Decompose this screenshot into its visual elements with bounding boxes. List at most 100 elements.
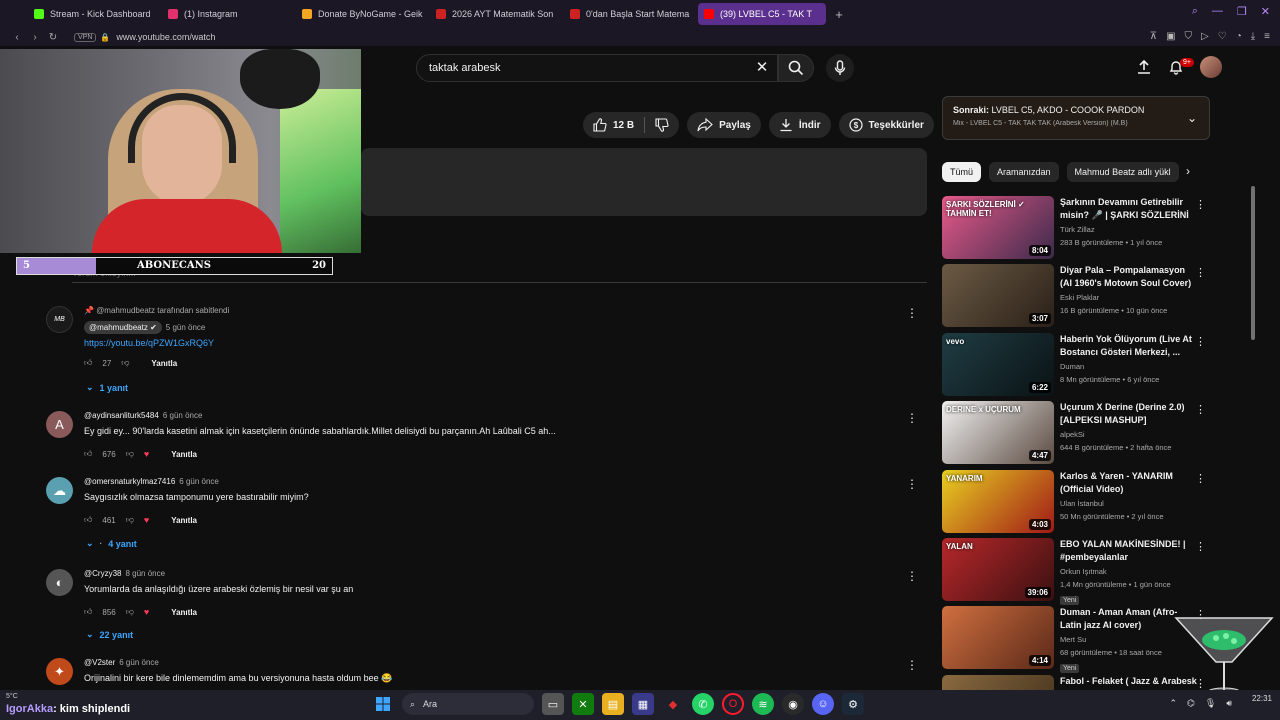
close-window-icon[interactable]: ✕ bbox=[1261, 5, 1270, 18]
comment-avatar[interactable]: ✦ bbox=[46, 658, 73, 685]
comment-author[interactable]: @Cryzy38 bbox=[84, 569, 121, 578]
clock[interactable]: 22:31 bbox=[1252, 694, 1272, 704]
video-more-icon[interactable]: ⋮ bbox=[1195, 403, 1206, 416]
clear-search-icon[interactable]: ✕ bbox=[752, 58, 772, 78]
pin-icon[interactable]: ⊼ bbox=[1150, 31, 1157, 42]
share-button[interactable]: Paylaş bbox=[687, 112, 761, 138]
spotify-icon[interactable]: ≋ bbox=[752, 693, 774, 715]
taskbar-search[interactable]: ⌕ Ara bbox=[402, 693, 534, 715]
snapshot-icon[interactable]: ▣ bbox=[1166, 31, 1175, 42]
url-field[interactable]: www.youtube.com/watch bbox=[116, 32, 215, 42]
comment-avatar[interactable]: ☁ bbox=[46, 477, 73, 504]
related-video[interactable]: ŞARKI SÖZLERİNİ ✓ TAHMİN ET! 8:04 Şarkının… bbox=[942, 196, 1212, 260]
account-avatar[interactable] bbox=[1200, 56, 1222, 78]
chevron-right-icon[interactable]: › bbox=[1186, 164, 1190, 178]
download-icon[interactable]: ⤓ bbox=[1251, 31, 1255, 42]
upload-icon[interactable] bbox=[1136, 59, 1152, 75]
video-thumbnail[interactable]: DERINE x UÇURUM 4:47 bbox=[942, 401, 1054, 465]
browser-tab[interactable]: 2026 AYT Matematik Son bbox=[430, 3, 558, 25]
related-video[interactable]: DERINE x UÇURUM 4:47 Uçurum X Derine (Deri… bbox=[942, 401, 1212, 465]
reload-icon[interactable]: ↻ bbox=[44, 32, 62, 43]
comment-like-button[interactable]: 👍︎ bbox=[84, 607, 92, 617]
video-title[interactable]: EBO YALAN MAKİNESİNDE! | #pembeyalanlar bbox=[1060, 538, 1198, 564]
reply-button[interactable]: Yanıtla bbox=[171, 608, 197, 617]
video-channel[interactable]: Ulan İstanbul bbox=[1060, 499, 1198, 508]
thanks-button[interactable]: $ Teşekkürler bbox=[838, 112, 934, 138]
restore-icon[interactable]: ❐ bbox=[1237, 5, 1247, 18]
profile-icon[interactable]: ◔ bbox=[1236, 31, 1242, 42]
opera-gx-icon[interactable]: O bbox=[722, 693, 744, 715]
comment-more-icon[interactable]: ⋮ bbox=[906, 477, 918, 491]
video-thumbnail[interactable]: vevo 6:22 bbox=[942, 332, 1054, 396]
discord-icon[interactable]: ☺ bbox=[812, 693, 834, 715]
up-next-box[interactable]: Sonraki: LVBEL C5, AKDO - COOOK PARDON M… bbox=[942, 96, 1210, 140]
steam-icon[interactable]: ⚙ bbox=[842, 693, 864, 715]
comment-avatar[interactable]: ◐ bbox=[46, 569, 73, 596]
comment-link[interactable]: https://youtu.be/qPZW1GxRQ6Y bbox=[84, 338, 904, 348]
menu-icon[interactable]: ≡ bbox=[1264, 31, 1270, 42]
related-video[interactable]: YALAN 39:06 EBO YALAN MAKİNESİNDE! | #pemb… bbox=[942, 538, 1212, 605]
network-icon[interactable]: ⌬ bbox=[1187, 698, 1195, 709]
app-red-icon[interactable]: ◆ bbox=[662, 693, 684, 715]
comment-dislike-button[interactable]: 👎︎ bbox=[121, 358, 129, 368]
dislike-button[interactable] bbox=[645, 112, 679, 138]
browser-tab[interactable]: (1) Instagram bbox=[162, 3, 290, 25]
comment-time[interactable]: 6 gün önce bbox=[119, 658, 159, 667]
related-video[interactable]: vevo 6:22 Haberin Yok Ölüyorum (Live At Bo… bbox=[942, 332, 1212, 397]
comment-like-button[interactable]: 👍︎ bbox=[84, 358, 92, 368]
comment-more-icon[interactable]: ⋮ bbox=[906, 411, 918, 425]
windows-start-icon[interactable] bbox=[372, 693, 394, 715]
file-explorer-icon[interactable]: ▤ bbox=[602, 693, 624, 715]
comment-more-icon[interactable]: ⋮ bbox=[906, 658, 918, 672]
video-title[interactable]: Karlos & Yaren - YANARIM (Official Video… bbox=[1060, 470, 1198, 496]
comment-dislike-button[interactable]: 👎︎ bbox=[126, 607, 134, 617]
video-thumbnail[interactable]: 4:14 bbox=[942, 606, 1054, 670]
comment-avatar[interactable]: A bbox=[46, 411, 73, 438]
comment-author[interactable]: @mahmudbeatz ✔ bbox=[84, 321, 162, 334]
video-more-icon[interactable]: ⋮ bbox=[1195, 266, 1206, 279]
voice-search-button[interactable] bbox=[826, 54, 854, 82]
obs-icon[interactable]: ◉ bbox=[782, 693, 804, 715]
comment-like-button[interactable]: 👍︎ bbox=[84, 449, 92, 459]
whatsapp-icon[interactable]: ✆ bbox=[692, 693, 714, 715]
video-channel[interactable]: Eski Plaklar bbox=[1060, 293, 1198, 302]
mic-tray-icon[interactable]: 🎙︎ bbox=[1205, 698, 1216, 709]
comment-author[interactable]: @aydinsanliturk5484 bbox=[84, 411, 159, 420]
chip-from-search[interactable]: Aramanızdan bbox=[989, 162, 1059, 182]
replies-toggle[interactable]: ⌄ 22 yanıt bbox=[86, 629, 133, 640]
browser-tab[interactable]: Stream - Kick Dashboard bbox=[28, 3, 156, 25]
comment-time[interactable]: 8 gün önce bbox=[125, 569, 165, 578]
reply-button[interactable]: Yanıtla bbox=[171, 516, 197, 525]
tray-chevron-icon[interactable]: ⌃ bbox=[1169, 698, 1177, 709]
weather-widget[interactable]: 5°C bbox=[6, 693, 18, 700]
related-video[interactable]: YANARIM 4:03 Karlos & Yaren - YANARIM (Off… bbox=[942, 469, 1212, 534]
task-view-icon[interactable]: ▭ bbox=[542, 693, 564, 715]
replies-toggle[interactable]: ⌄ 1 yanıt bbox=[86, 382, 128, 393]
search-tabs-icon[interactable]: ⌕ bbox=[1192, 5, 1198, 18]
comment-dislike-button[interactable]: 👎︎ bbox=[126, 449, 134, 459]
reply-button[interactable]: Yanıtla bbox=[171, 450, 197, 459]
browser-tab[interactable]: 0'dan Başla Start Matema bbox=[564, 3, 692, 25]
comment-time[interactable]: 5 gün önce bbox=[166, 323, 206, 332]
video-title[interactable]: Uçurum X Derine (Derine 2.0) [ALPEKSI MA… bbox=[1060, 401, 1198, 427]
download-button[interactable]: İndir bbox=[768, 112, 831, 138]
vpn-badge[interactable]: VPN bbox=[74, 32, 97, 42]
video-more-icon[interactable]: ⋮ bbox=[1195, 540, 1206, 553]
comment-author[interactable]: @omersnaturkylmaz7416 bbox=[84, 477, 175, 486]
like-button[interactable]: 12 B bbox=[583, 112, 644, 138]
video-thumbnail[interactable]: 3:07 bbox=[942, 264, 1054, 328]
volume-icon[interactable]: 🔊︎ bbox=[1226, 698, 1232, 709]
store-icon[interactable]: ▦ bbox=[632, 693, 654, 715]
minimize-icon[interactable]: — bbox=[1212, 5, 1223, 18]
video-channel[interactable]: alpekSi bbox=[1060, 430, 1198, 439]
new-tab-button[interactable]: + bbox=[830, 5, 848, 23]
back-icon[interactable]: ‹ bbox=[8, 32, 26, 43]
comment-more-icon[interactable]: ⋮ bbox=[906, 569, 918, 583]
video-channel[interactable]: Orkun Işıtmak bbox=[1060, 567, 1198, 576]
search-button[interactable] bbox=[778, 54, 814, 82]
video-more-icon[interactable]: ⋮ bbox=[1195, 335, 1206, 348]
xbox-icon[interactable]: ✕ bbox=[572, 693, 594, 715]
description-box[interactable] bbox=[361, 148, 927, 216]
sidebar-scrollbar[interactable] bbox=[1251, 186, 1255, 340]
shield-icon[interactable]: ⛉ bbox=[1185, 31, 1193, 42]
